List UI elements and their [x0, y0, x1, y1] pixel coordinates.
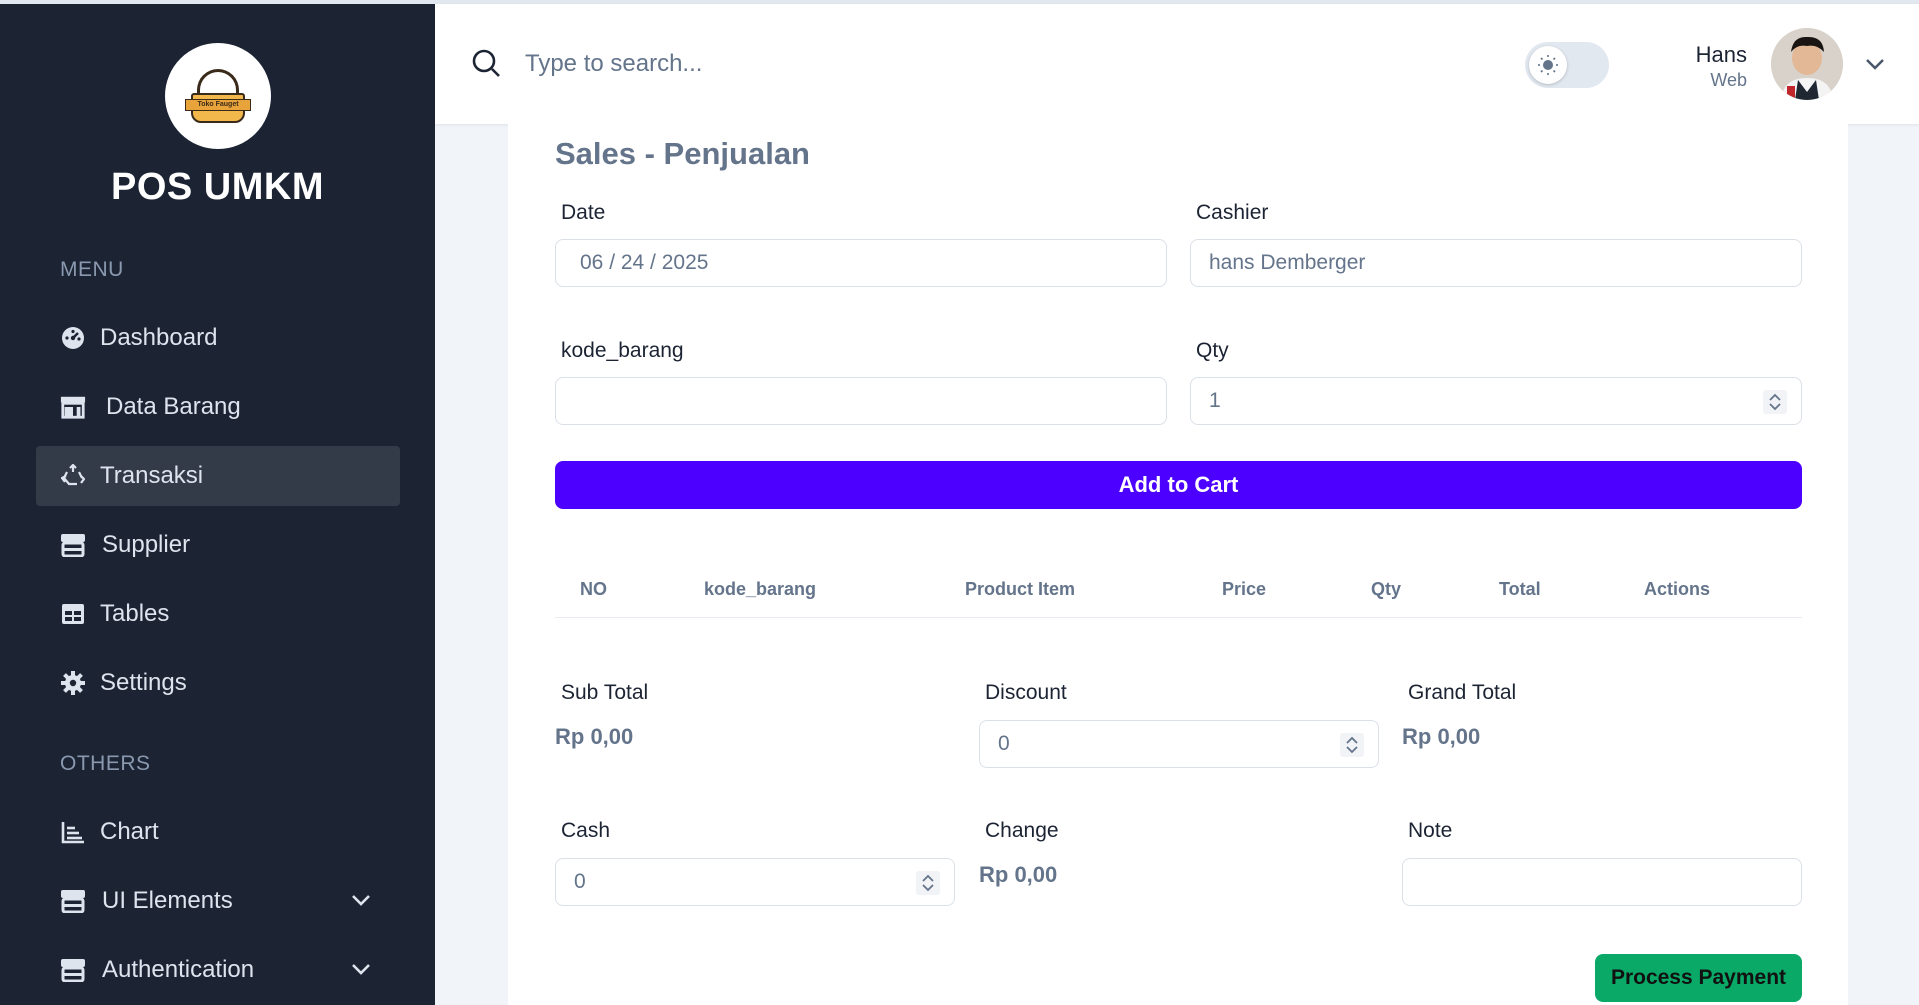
brand-title: POS UMKM [111, 166, 324, 208]
avatar[interactable] [1771, 28, 1843, 100]
table-header-product-item: Product Item [965, 579, 1076, 599]
sidebar-item-label: Supplier [102, 531, 191, 558]
sidebar-item-authentication[interactable]: Authentication [36, 940, 400, 1000]
cash-stepper[interactable]: 0 [555, 858, 955, 906]
sidebar-item-transaksi[interactable]: Transaksi [36, 446, 400, 506]
qty-label: Qty [1196, 339, 1229, 362]
table-icon [60, 601, 86, 627]
recycle-icon [60, 463, 86, 489]
cashier-field[interactable]: hans Demberger [1190, 239, 1802, 287]
cashier-label: Cashier [1196, 201, 1269, 224]
chevron-down-icon[interactable] [350, 889, 372, 911]
kode-barang-input[interactable] [555, 377, 1167, 425]
process-payment-button[interactable]: Process Payment [1595, 954, 1802, 1002]
sidebar-item-label: Tables [100, 600, 170, 627]
logo-text: Toko Fauget [185, 99, 251, 111]
note-input[interactable] [1402, 858, 1802, 906]
menu-section-label: MENU [60, 258, 124, 281]
sidebar-item-supplier[interactable]: Supplier [36, 515, 400, 575]
sidebar-item-settings[interactable]: Settings [36, 653, 400, 713]
user-name: Hans [1695, 42, 1747, 67]
sidebar-item-label: Transaksi [100, 462, 204, 489]
subtotal-label: Sub Total [561, 681, 649, 704]
change-value: Rp 0,00 [979, 862, 1058, 887]
sidebar-item-data-barang[interactable]: Data Barang [36, 377, 400, 437]
stepper-arrows-icon[interactable] [916, 871, 940, 895]
note-label: Note [1408, 819, 1453, 842]
sidebar-item-ui-elements[interactable]: UI Elements [36, 871, 400, 931]
sun-icon [1529, 46, 1567, 84]
search-icon[interactable] [471, 48, 501, 78]
sidebar-item-dashboard[interactable]: Dashboard [36, 308, 400, 368]
table-header-total: Total [1499, 579, 1541, 599]
table-header-actions: Actions [1644, 579, 1711, 599]
sidebar-item-chart[interactable]: Chart [36, 802, 400, 862]
sidebar-item-label: Data Barang [106, 393, 241, 420]
stepper-arrows-icon[interactable] [1340, 733, 1364, 757]
shop-icon [60, 532, 86, 558]
date-value: 06 / 24 / 2025 [580, 251, 709, 274]
gear-icon [60, 670, 86, 696]
store-icon [60, 394, 86, 420]
logo[interactable]: Toko Fauget [165, 43, 271, 149]
shop-icon [60, 957, 86, 983]
chevron-down-icon[interactable] [1863, 52, 1887, 76]
grand-total-label: Grand Total [1408, 681, 1517, 704]
subtotal-value: Rp 0,00 [555, 724, 634, 749]
table-header-kode-barang: kode_barang [704, 579, 817, 599]
kode-barang-label: kode_barang [561, 339, 684, 362]
cash-value: 0 [574, 870, 586, 893]
cashier-value: hans Demberger [1209, 251, 1366, 274]
sidebar-item-label: Authentication [102, 956, 255, 983]
sidebar-item-label: Chart [100, 818, 159, 845]
shop-icon [60, 888, 86, 914]
discount-stepper[interactable]: 0 [979, 720, 1379, 768]
chart-icon [60, 819, 86, 845]
sidebar: Toko Fauget POS UMKM MENU Dashboard Data… [0, 4, 435, 1005]
sales-form-card: Sales - Penjualan Date 06 / 24 / 2025 Ca… [508, 124, 1848, 1005]
chevron-down-icon[interactable] [350, 958, 372, 980]
page-title: Sales - Penjualan [555, 136, 810, 171]
table-divider [555, 617, 1802, 618]
table-header-no: NO [580, 579, 607, 599]
change-label: Change [985, 819, 1059, 842]
search-input[interactable] [525, 44, 1025, 84]
grand-total-value: Rp 0,00 [1402, 724, 1481, 749]
table-header-price: Price [1222, 579, 1267, 599]
dashboard-icon [60, 325, 86, 351]
qty-value: 1 [1209, 389, 1221, 412]
others-section-label: OTHERS [60, 752, 151, 775]
stepper-arrows-icon[interactable] [1763, 390, 1787, 414]
discount-label: Discount [985, 681, 1067, 704]
cash-label: Cash [561, 819, 611, 842]
sidebar-item-label: Dashboard [100, 324, 218, 351]
add-to-cart-button[interactable]: Add to Cart [555, 461, 1802, 509]
dark-mode-toggle[interactable] [1525, 42, 1609, 88]
sidebar-item-tables[interactable]: Tables [36, 584, 400, 644]
table-header-qty: Qty [1371, 579, 1402, 599]
date-label: Date [561, 201, 606, 224]
qty-stepper[interactable]: 1 [1190, 377, 1802, 425]
user-role: Web [1710, 70, 1747, 90]
date-field[interactable]: 06 / 24 / 2025 [555, 239, 1167, 287]
basket-logo-icon: Toko Fauget [183, 65, 253, 127]
sidebar-item-label: Settings [100, 669, 187, 696]
discount-value: 0 [998, 732, 1010, 755]
top-header: Hans Web [435, 4, 1919, 124]
sidebar-item-label: UI Elements [102, 887, 233, 914]
